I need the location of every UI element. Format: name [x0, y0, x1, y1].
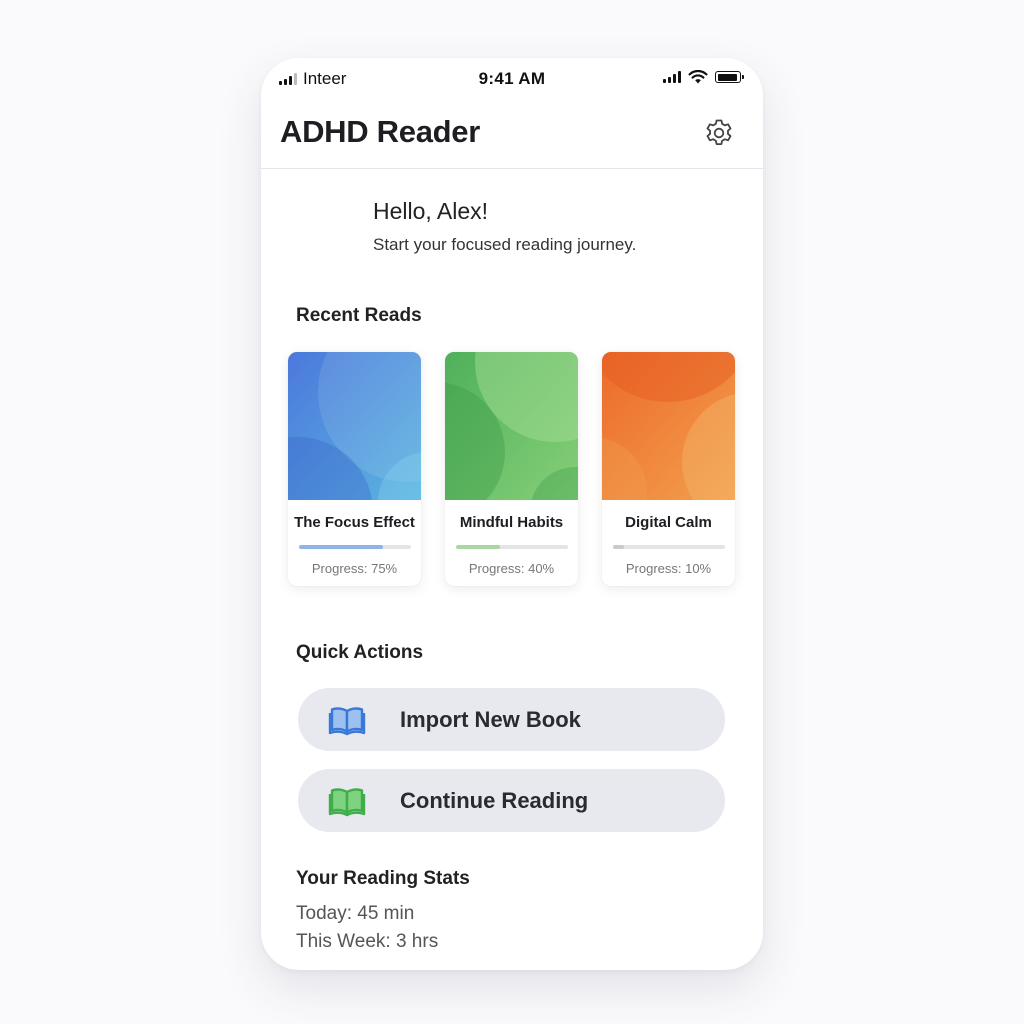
book-title: Mindful Habits — [459, 514, 564, 531]
book-title: The Focus Effect — [294, 514, 415, 531]
book-cover — [602, 352, 735, 500]
book-progress-label: Progress: 10% — [625, 561, 712, 576]
cellular-icon — [663, 71, 681, 83]
book-card[interactable]: The Focus Effect Progress: 75% — [288, 352, 421, 586]
greeting-title: Hello, Alex! — [373, 198, 489, 224]
book-progress-label: Progress: 75% — [311, 561, 398, 576]
continue-reading-label: Continue Reading — [400, 788, 589, 813]
book-title: Digital Calm — [625, 514, 712, 531]
settings-button[interactable] — [701, 115, 737, 151]
import-book-button[interactable]: Import New Book — [298, 688, 725, 751]
progress-bar — [298, 545, 411, 549]
reading-stats-title: Your Reading Stats — [296, 868, 470, 889]
open-book-icon — [328, 707, 366, 736]
open-book-icon — [328, 788, 366, 817]
book-card[interactable]: Digital Calm Progress: 10% — [602, 352, 735, 586]
wifi-icon — [688, 70, 708, 84]
status-bar: Inteer 9:41 AM — [261, 58, 763, 100]
continue-reading-button[interactable]: Continue Reading — [298, 769, 725, 832]
quick-actions-title: Quick Actions — [296, 642, 424, 663]
progress-fill — [612, 545, 624, 549]
book-progress-label: Progress: 40% — [468, 561, 555, 576]
recent-reads-list: The Focus Effect Progress: 75% Mindful H… — [288, 352, 735, 586]
app-title: ADHD Reader — [280, 114, 480, 149]
book-card[interactable]: Mindful Habits Progress: 40% — [445, 352, 578, 586]
import-book-label: Import New Book — [400, 707, 581, 732]
progress-fill — [298, 545, 383, 549]
progress-fill — [455, 545, 501, 549]
battery-icon — [715, 71, 744, 83]
greeting: Hello, Alex! Start your focused reading … — [373, 198, 636, 255]
gear-icon — [706, 119, 732, 145]
phone-screen: Inteer 9:41 AM ADHD Reader Hello, Alex! … — [261, 58, 763, 970]
progress-bar — [455, 545, 568, 549]
reading-stats: Today: 45 min This Week: 3 hrs — [296, 900, 438, 956]
book-cover — [288, 352, 421, 500]
status-right — [663, 70, 744, 84]
progress-bar — [612, 545, 725, 549]
book-cover — [445, 352, 578, 500]
greeting-subtitle: Start your focused reading journey. — [373, 235, 637, 254]
stat-today: Today: 45 min — [296, 903, 415, 924]
stat-week: This Week: 3 hrs — [296, 931, 439, 952]
app-header: ADHD Reader — [261, 100, 763, 169]
recent-reads-title: Recent Reads — [296, 305, 422, 326]
